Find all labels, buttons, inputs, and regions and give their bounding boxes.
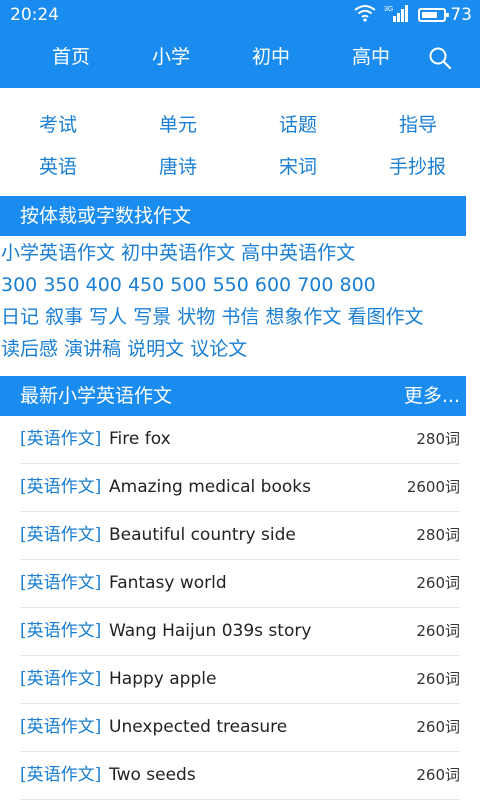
article-word-count: 260词 — [416, 574, 460, 592]
article-tag: [英语作文] — [20, 765, 102, 785]
battery-indicator: 73 — [418, 5, 472, 25]
list-item[interactable]: [英语作文] Fantasy world 260词 — [20, 560, 460, 608]
word-count-link[interactable]: 600 — [255, 274, 291, 296]
status-icons: 3G 73 — [354, 5, 472, 25]
word-count-link[interactable]: 550 — [213, 274, 249, 296]
article-word-count: 2600词 — [406, 478, 460, 496]
latest-section-title: 最新小学英语作文 — [20, 385, 173, 407]
battery-tip — [446, 13, 450, 17]
tab-junior[interactable]: 初中 — [252, 44, 290, 70]
search-icon[interactable] — [428, 46, 452, 70]
article-title: Two seeds — [109, 765, 196, 785]
genre-links-row2: 读后感 演讲稿 说明文 议论文 — [1, 336, 247, 362]
word-count-link[interactable]: 350 — [43, 274, 79, 296]
tab-senior[interactable]: 高中 — [352, 44, 390, 70]
tab-primary[interactable]: 小学 — [152, 44, 190, 70]
article-title: Unexpected treasure — [109, 717, 288, 737]
article-title: Happy apple — [109, 669, 217, 689]
category-exam[interactable]: 考试 — [39, 112, 77, 138]
genre-link-objects[interactable]: 状物 — [177, 306, 215, 328]
genre-link-argumentative[interactable]: 议论文 — [190, 338, 247, 360]
article-tag: [英语作文] — [20, 573, 102, 593]
article-title: Beautiful country side — [109, 525, 296, 545]
tab-home[interactable]: 首页 — [52, 44, 90, 70]
list-item[interactable]: [英语作文] Happy apple 260词 — [20, 656, 460, 704]
more-link[interactable]: 更多... — [404, 384, 460, 408]
genre-link-expository[interactable]: 说明文 — [127, 338, 184, 360]
genre-link-narrative[interactable]: 叙事 — [45, 306, 83, 328]
grade-link-junior[interactable]: 初中英语作文 — [121, 242, 235, 264]
list-item[interactable]: [英语作文] Fire fox 280词 — [20, 416, 460, 464]
battery-fill — [422, 12, 438, 18]
article-word-count: 260词 — [416, 766, 460, 784]
article-tag: [英语作文] — [20, 621, 102, 641]
genre-link-imagination[interactable]: 想象作文 — [265, 306, 341, 328]
article-word-count: 280词 — [416, 430, 460, 448]
battery-percent: 73 — [450, 5, 472, 25]
word-count-link[interactable]: 500 — [170, 274, 206, 296]
list-item[interactable]: [英语作文] Beautiful country side 280词 — [20, 512, 460, 560]
genre-link-speech[interactable]: 演讲稿 — [64, 338, 121, 360]
category-song-ci[interactable]: 宋词 — [279, 154, 317, 180]
word-count-link[interactable]: 400 — [86, 274, 122, 296]
genre-link-letter[interactable]: 书信 — [221, 306, 259, 328]
word-count-link[interactable]: 300 — [1, 274, 37, 296]
genre-link-people[interactable]: 写人 — [89, 306, 127, 328]
main-nav: 首页 小学 初中 高中 — [0, 38, 480, 78]
article-tag: [英语作文] — [20, 525, 102, 545]
category-english[interactable]: 英语 — [39, 154, 77, 180]
article-title: Fantasy world — [109, 573, 227, 593]
article-title: Fire fox — [109, 429, 171, 449]
word-count-links: 300 350 400 450 500 550 600 700 800 — [1, 272, 376, 298]
article-tag: [英语作文] — [20, 717, 102, 737]
list-item[interactable]: [英语作文] Amazing medical books 2600词 — [20, 464, 460, 512]
category-topic[interactable]: 话题 — [279, 112, 317, 138]
status-bar: 20:24 3G 73 — [0, 0, 480, 30]
article-tag: [英语作文] — [20, 477, 102, 497]
wifi-icon — [354, 4, 376, 26]
app-header: 20:24 3G 73 首页 小学 初中 高中 — [0, 0, 480, 88]
word-count-link[interactable]: 800 — [340, 274, 376, 296]
category-guide[interactable]: 指导 — [399, 112, 437, 138]
article-tag: [英语作文] — [20, 669, 102, 689]
article-tag: [英语作文] — [20, 429, 102, 449]
article-title: Wang Haijun 039s story — [109, 621, 312, 641]
grade-link-senior[interactable]: 高中英语作文 — [241, 242, 355, 264]
genre-section-title: 按体裁或字数找作文 — [20, 205, 192, 227]
genre-link-scenery[interactable]: 写景 — [133, 306, 171, 328]
list-item[interactable]: [英语作文] Unexpected treasure 260词 — [20, 704, 460, 752]
battery-icon — [418, 8, 450, 22]
genre-link-picture[interactable]: 看图作文 — [347, 306, 423, 328]
genre-links-row1: 日记 叙事 写人 写景 状物 书信 想象作文 看图作文 — [1, 304, 423, 330]
word-count-link[interactable]: 700 — [297, 274, 333, 296]
genre-link-diary[interactable]: 日记 — [1, 306, 39, 328]
latest-section-header: 最新小学英语作文 更多... — [0, 376, 466, 416]
article-title: Amazing medical books — [109, 477, 311, 497]
article-word-count: 260词 — [416, 622, 460, 640]
genre-section-header: 按体裁或字数找作文 — [0, 196, 466, 236]
article-list: [英语作文] Fire fox 280词 [英语作文] Amazing medi… — [0, 416, 480, 800]
category-tang-poetry[interactable]: 唐诗 — [159, 154, 197, 180]
word-count-link[interactable]: 450 — [128, 274, 164, 296]
article-word-count: 260词 — [416, 670, 460, 688]
signal-icon: 3G — [384, 4, 410, 26]
network-type: 3G — [384, 6, 393, 13]
grade-link-primary[interactable]: 小学英语作文 — [1, 242, 115, 264]
category-unit[interactable]: 单元 — [159, 112, 197, 138]
grade-links: 小学英语作文 初中英语作文 高中英语作文 — [1, 240, 355, 266]
genre-link-reading-response[interactable]: 读后感 — [1, 338, 58, 360]
list-item[interactable]: [英语作文] Two seeds 260词 — [20, 752, 460, 800]
list-item[interactable]: [英语作文] Wang Haijun 039s story 260词 — [20, 608, 460, 656]
category-grid: 考试 单元 话题 指导 英语 唐诗 宋词 手抄报 — [0, 104, 480, 188]
article-word-count: 260词 — [416, 718, 460, 736]
category-handwritten-newspaper[interactable]: 手抄报 — [389, 154, 446, 180]
article-word-count: 280词 — [416, 526, 460, 544]
status-time: 20:24 — [10, 5, 59, 25]
